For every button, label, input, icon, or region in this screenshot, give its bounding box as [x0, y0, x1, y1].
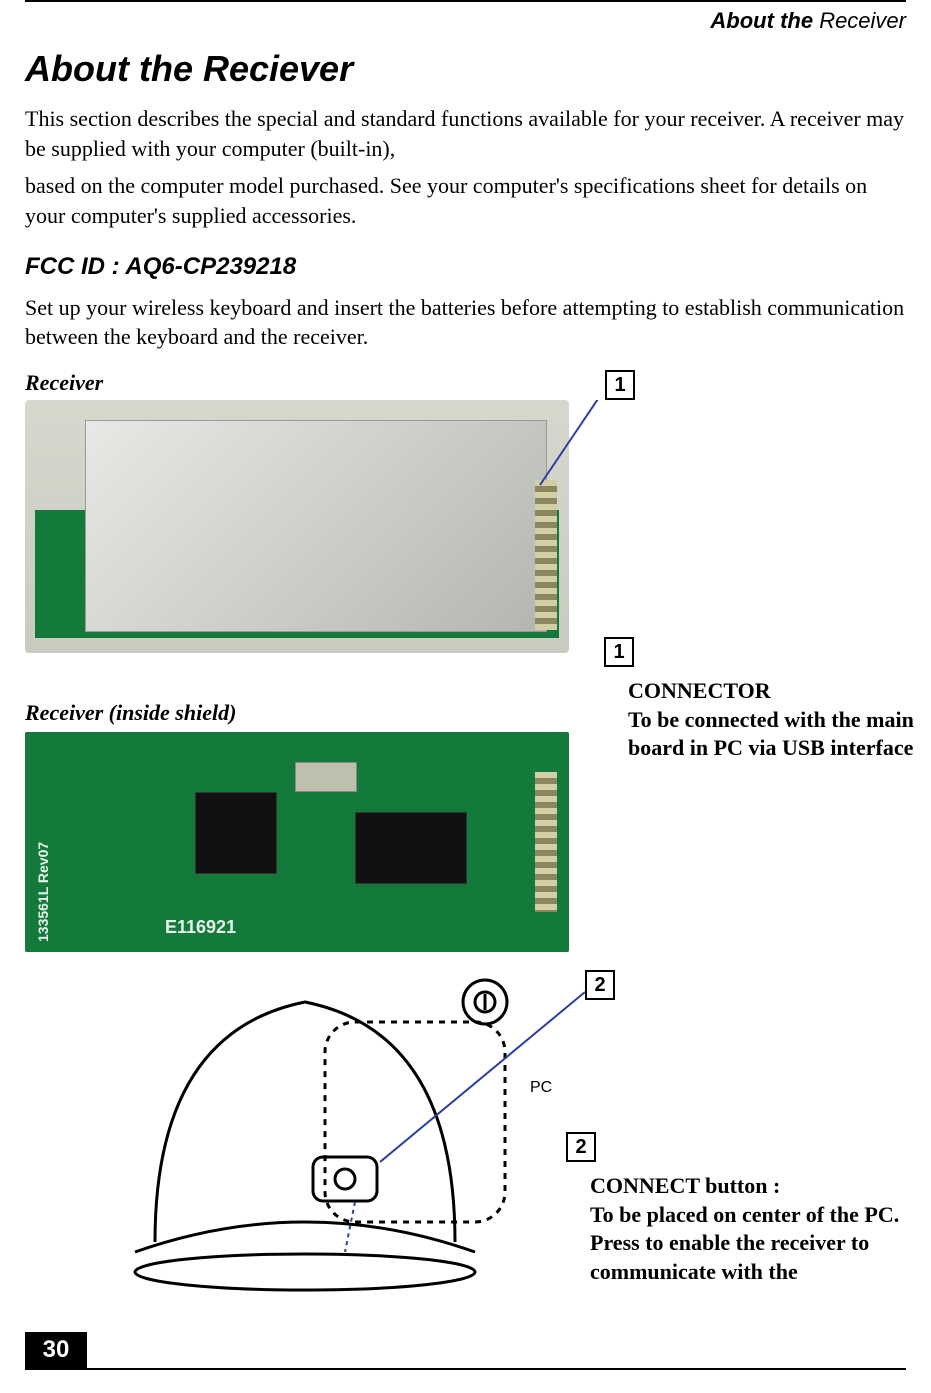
callout-2-desc2: Press to enable the receiver to communic… — [590, 1229, 920, 1286]
callout-box-1: 1 — [604, 637, 634, 667]
callout-2-title: CONNECT button : — [590, 1172, 920, 1201]
page-footer: 30 — [25, 1332, 906, 1370]
page-number: 30 — [25, 1332, 87, 1368]
silkscreen-e: E116921 — [165, 917, 236, 938]
page-title: About the Reciever — [25, 48, 906, 90]
svg-text:PC: PC — [530, 1079, 552, 1096]
setup-paragraph: Set up your wireless keyboard and insert… — [25, 293, 906, 352]
header-title-light: Receiver — [819, 8, 906, 33]
silkscreen-rev: 133561L Rev07 — [35, 842, 51, 942]
receiver-photo — [25, 400, 569, 653]
callout-2-desc1: To be placed on center of the PC. — [590, 1201, 920, 1230]
fcc-id: FCC ID : AQ6-CP239218 — [25, 253, 906, 281]
callout-panel-2: 2 CONNECT button : To be placed on cente… — [566, 1132, 926, 1286]
header-title-bold: About the — [710, 8, 819, 33]
intro-paragraph-1: This section describes the special and s… — [25, 104, 906, 163]
receiver-inside-photo: E116921 133561L Rev07 — [25, 732, 569, 952]
intro-paragraph-2: based on the computer model purchased. S… — [25, 171, 906, 230]
monitor-diagram: PC 2 — [25, 952, 585, 1292]
callout-1-title: CONNECTOR — [628, 677, 931, 706]
callout-box-2: 2 — [566, 1132, 596, 1162]
page-header: About the Receiver — [25, 0, 906, 42]
callout-panel-1: 1 CONNECTOR To be connected with the mai… — [604, 637, 931, 763]
callout-1-desc: To be connected with the main board in P… — [628, 706, 931, 763]
receiver-label: Receiver — [25, 370, 906, 396]
callout-marker-1: 1 — [605, 370, 635, 400]
callout-marker-2: 2 — [585, 970, 615, 1000]
